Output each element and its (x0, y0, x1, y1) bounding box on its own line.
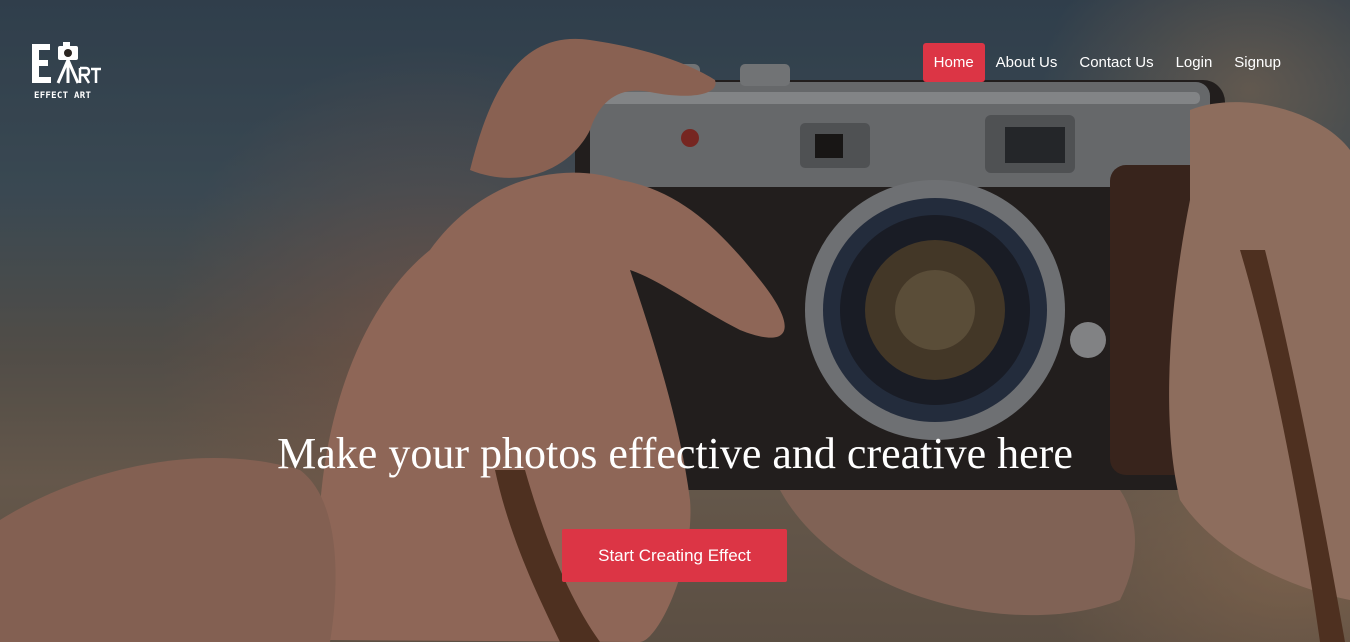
logo-text: EFFECT ART (34, 91, 92, 101)
start-creating-effect-button[interactable]: Start Creating Effect (562, 529, 787, 582)
nav-about-us[interactable]: About Us (985, 43, 1069, 82)
brand-logo[interactable]: EFFECT ART (28, 38, 108, 104)
nav-signup[interactable]: Signup (1223, 43, 1292, 82)
nav-home[interactable]: Home (922, 43, 985, 82)
nav-login[interactable]: Login (1165, 43, 1224, 82)
nav-contact-us[interactable]: Contact Us (1068, 43, 1164, 82)
hero-headline: Make your photos effective and creative … (277, 429, 1073, 478)
camera-tripod-logo-icon (32, 42, 101, 84)
main-nav: Home About Us Contact Us Login Signup (922, 43, 1292, 82)
